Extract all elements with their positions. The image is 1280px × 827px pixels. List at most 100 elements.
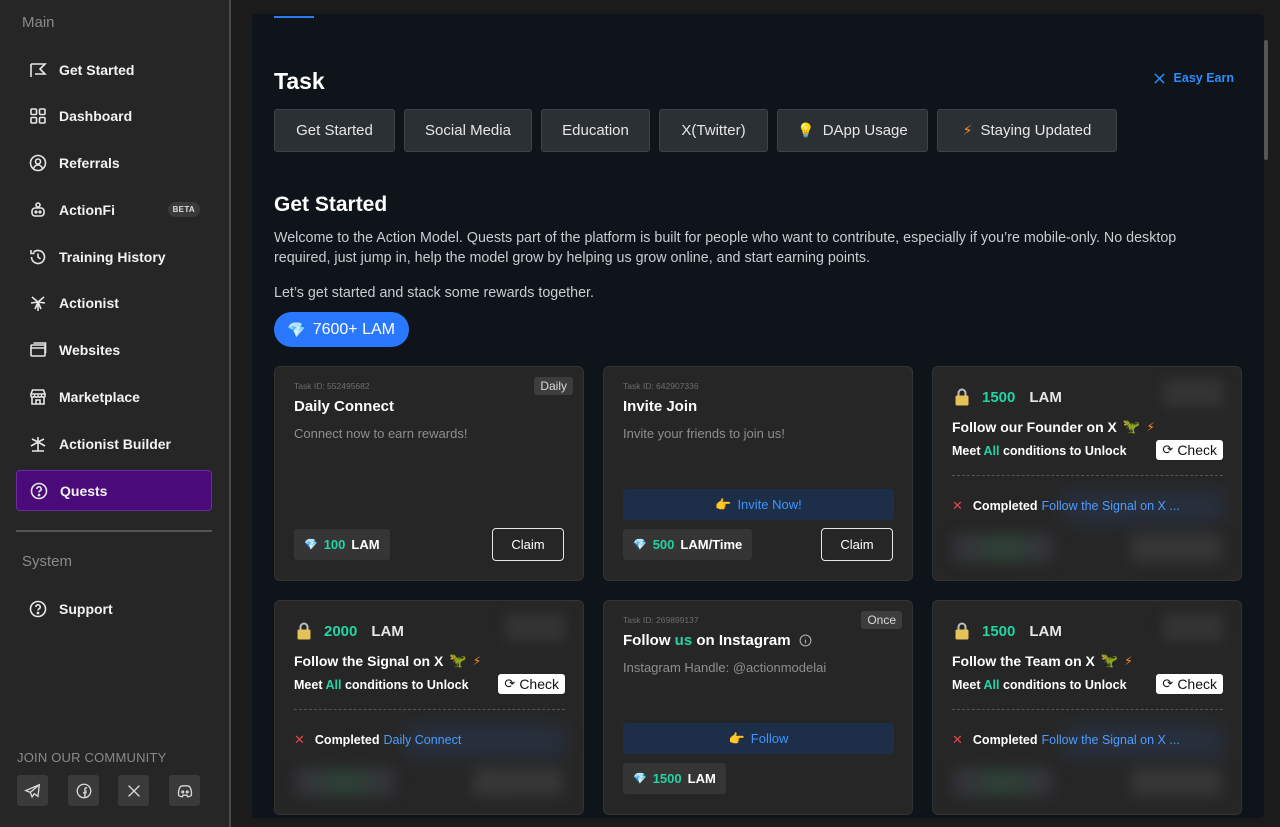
telegram-link[interactable] — [17, 775, 48, 806]
reward-unit: LAM — [1029, 388, 1062, 406]
requirement-link[interactable]: Follow the Signal on X ... — [1042, 733, 1180, 747]
scrollbar[interactable] — [1264, 40, 1268, 160]
reward-amount: 500 — [652, 537, 675, 552]
telegram-icon — [23, 783, 40, 798]
card-title-text: Follow the Team on X — [952, 652, 1095, 669]
card-daily-connect: Task ID: 552495682 Daily Daily Connect C… — [274, 366, 584, 581]
tab-x-twitter[interactable]: X(Twitter) — [659, 109, 768, 152]
sidebar-item-actionist[interactable]: Actionist — [16, 282, 212, 323]
x-link[interactable] — [118, 775, 149, 806]
reward-amount: 100 — [323, 537, 346, 552]
section-title: Get Started — [274, 193, 388, 216]
reward-unit: LAM — [687, 771, 716, 786]
section-tagline: Let’s get started and stack some rewards… — [274, 285, 595, 301]
lock-icon — [955, 388, 969, 406]
meet-all: All — [983, 444, 1000, 458]
refresh-icon: ⟳ — [1162, 442, 1174, 457]
cross-icon: ✕ — [952, 732, 963, 747]
locked-reward: 2000 LAM — [294, 621, 404, 641]
sidebar-item-actionist-builder[interactable]: Actionist Builder — [16, 423, 212, 464]
follow-label: Follow — [750, 731, 789, 746]
sidebar-item-get-started[interactable]: Get Started — [16, 49, 212, 90]
blurred-area — [1131, 534, 1221, 562]
check-button[interactable]: ⟳ Check — [1156, 674, 1223, 694]
reward-amount: 1500 — [652, 771, 682, 786]
title-us: us — [674, 632, 693, 649]
refresh-icon: ⟳ — [1162, 676, 1174, 691]
card-title-text: Daily Connect — [294, 398, 395, 415]
easy-earn-link[interactable]: Easy Earn — [1153, 71, 1234, 85]
tab-get-started[interactable]: Get Started — [274, 109, 395, 152]
total-reward-label: 7600+ LAM — [312, 320, 395, 338]
grid-icon — [28, 106, 48, 126]
task-id: Task ID: 552495682 — [294, 381, 370, 391]
sidebar-item-referrals[interactable]: Referrals — [16, 142, 212, 183]
lightning-icon: ⚡ — [1146, 419, 1155, 434]
frequency-badge: Once — [861, 611, 902, 629]
invite-now-button[interactable]: 👉 Invite Now! — [623, 489, 894, 520]
sidebar-item-dashboard[interactable]: Dashboard — [16, 95, 212, 136]
card-title: Invite Join — [623, 398, 697, 415]
tab-social-media[interactable]: Social Media — [404, 109, 532, 152]
x-icon — [127, 784, 140, 797]
blurred-area — [1131, 768, 1221, 796]
locked-reward: 1500 LAM — [952, 621, 1062, 641]
info-icon[interactable] — [799, 634, 812, 647]
sidebar-item-marketplace[interactable]: Marketplace — [16, 376, 212, 417]
dino-icon: 🦖 — [1122, 418, 1141, 434]
gem-icon: 💎 — [287, 321, 306, 339]
meet-prefix: Meet — [294, 678, 323, 692]
cross-icon: ✕ — [294, 732, 305, 747]
card-title-text: Follow us on Instagram — [623, 632, 791, 649]
tab-label: Education — [562, 122, 629, 139]
unlock-conditions: Meet All conditions to Unlock — [294, 678, 469, 692]
app: Main Get Started Dashboard Referrals Act… — [0, 0, 1280, 827]
follow-button[interactable]: 👉 Follow — [623, 723, 894, 754]
robot-icon — [28, 200, 48, 220]
sidebar-item-label: Support — [59, 600, 113, 617]
facebook-icon — [76, 783, 91, 798]
reward-unit: LAM/Time — [680, 537, 743, 552]
title-post: on Instagram — [696, 632, 791, 649]
tab-education[interactable]: Education — [541, 109, 650, 152]
history-icon — [28, 247, 48, 267]
blurred-area — [953, 534, 1053, 562]
reward-badge: 💎 100 LAM — [294, 529, 390, 560]
sidebar-item-websites[interactable]: Websites — [16, 329, 212, 370]
meet-prefix: Meet — [952, 444, 981, 458]
sidebar-item-training-history[interactable]: Training History — [16, 236, 212, 277]
sidebar-item-quests[interactable]: Quests — [16, 470, 212, 511]
requirement-link[interactable]: Follow the Signal on X ... — [1042, 499, 1180, 513]
facebook-link[interactable] — [68, 775, 99, 806]
sidebar-item-label: Websites — [59, 341, 121, 358]
card-title-text: Follow our Founder on X — [952, 418, 1117, 435]
tab-staying-updated[interactable]: ⚡ Staying Updated — [937, 109, 1117, 152]
sidebar-divider — [16, 530, 212, 532]
check-button[interactable]: ⟳ Check — [498, 674, 565, 694]
sidebar-item-support[interactable]: Support — [16, 588, 212, 629]
lightning-icon: ⚡ — [472, 653, 482, 668]
dino-icon: 🦖 — [449, 652, 467, 668]
discord-link[interactable] — [169, 775, 200, 806]
refresh-icon: ⟳ — [504, 676, 516, 691]
claim-button[interactable]: Claim — [821, 528, 893, 561]
requirement-label: Completed — [972, 733, 1038, 747]
requirement-link[interactable]: Daily Connect — [384, 733, 462, 747]
title-pre: Follow — [623, 632, 671, 649]
community-label: JOIN OUR COMMUNITY — [17, 750, 167, 765]
cross-icon: ✕ — [952, 498, 963, 513]
check-button[interactable]: ⟳ Check — [1156, 440, 1223, 460]
card-invite-join: Task ID: 642907336 Invite Join Invite yo… — [603, 366, 913, 581]
claim-button[interactable]: Claim — [492, 528, 564, 561]
card-title: Follow us on Instagram — [623, 632, 812, 649]
task-id: Task ID: 642907336 — [623, 381, 699, 391]
help-circle-icon — [28, 599, 48, 619]
tab-dapp-usage[interactable]: 💡 DApp Usage — [777, 109, 928, 152]
card-title: Daily Connect — [294, 398, 394, 415]
sidebar-item-actionfi[interactable]: ActionFi BETA — [16, 189, 212, 230]
card-title-text: Follow the Signal on X — [294, 652, 444, 669]
system-section-label: System — [22, 553, 73, 570]
page-title: Task — [274, 68, 325, 94]
sidebar-item-label: ActionFi — [59, 201, 115, 218]
card-follow-team: 1500 LAM Follow the Team on X 🦖 ⚡ Meet A… — [932, 600, 1242, 815]
